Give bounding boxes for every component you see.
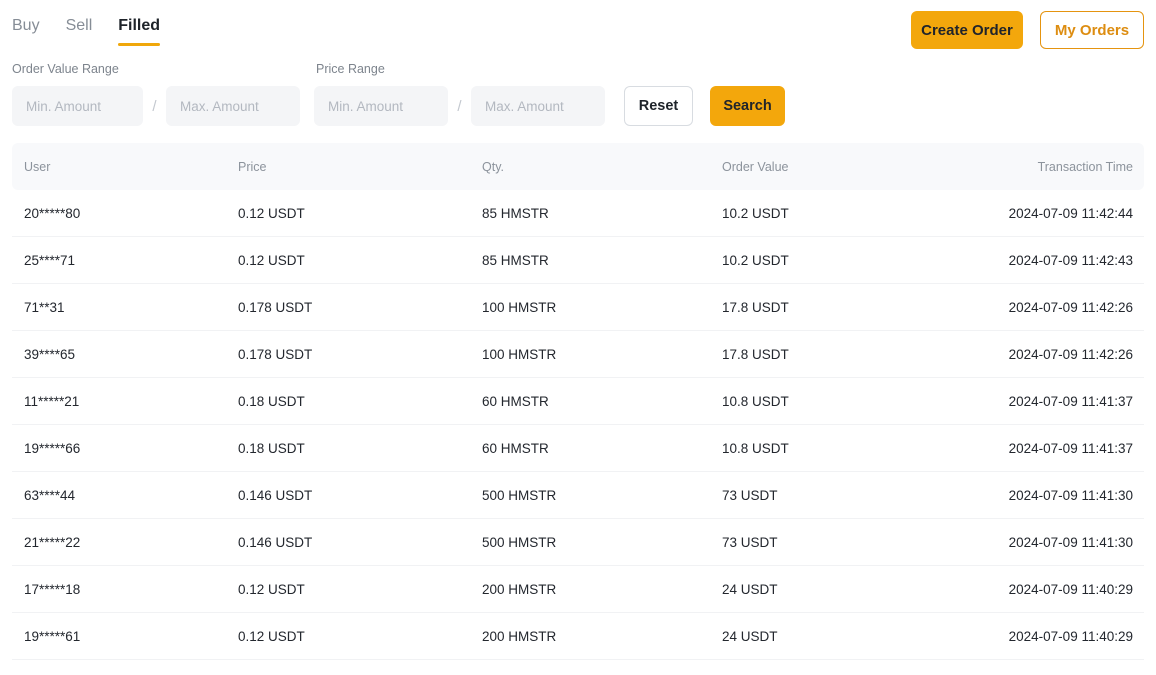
cell-qty: 100 HMSTR: [482, 299, 557, 315]
cell-transaction-time: 2024-07-09 11:42:26: [1008, 346, 1133, 362]
tab-filled[interactable]: Filled: [118, 15, 160, 46]
filter-inputs-row: / / Reset Search: [12, 86, 1144, 126]
price-range-separator: /: [457, 97, 462, 115]
column-header-qty: Qty.: [482, 159, 504, 174]
top-bar: Buy Sell Filled Create Order My Orders: [0, 0, 1156, 58]
cell-transaction-time: 2024-07-09 11:42:43: [1008, 252, 1133, 268]
price-min-input[interactable]: [314, 86, 448, 126]
cell-transaction-time: 2024-07-09 11:41:37: [1008, 393, 1133, 409]
cell-user: 19*****66: [24, 440, 81, 456]
cell-order-value: 17.8 USDT: [722, 299, 789, 315]
column-header-price: Price: [238, 159, 267, 174]
cell-price: 0.146 USDT: [238, 487, 313, 503]
tab-sell[interactable]: Sell: [66, 15, 93, 46]
cell-transaction-time: 2024-07-09 11:40:29: [1008, 628, 1133, 644]
cell-price: 0.12 USDT: [238, 205, 305, 221]
top-bar-actions: Create Order My Orders: [911, 11, 1144, 49]
cell-qty: 60 HMSTR: [482, 393, 549, 409]
cell-price: 0.12 USDT: [238, 252, 305, 268]
order-value-range-label: Order Value Range: [12, 62, 119, 76]
cell-price: 0.178 USDT: [238, 346, 313, 362]
cell-user: 21*****22: [24, 534, 81, 550]
table-row[interactable]: 19*****66 0.18 USDT 60 HMSTR 10.8 USDT 2024-…: [12, 425, 1144, 472]
cell-user: 39****65: [24, 346, 76, 362]
filter-labels: Order Value Range Price Range: [12, 58, 1144, 80]
cell-order-value: 10.2 USDT: [722, 205, 789, 221]
price-max-input[interactable]: [471, 86, 605, 126]
cell-user: 17*****18: [24, 581, 81, 597]
reset-button[interactable]: Reset: [624, 86, 693, 126]
cell-order-value: 73 USDT: [722, 534, 778, 550]
cell-price: 0.18 USDT: [238, 393, 305, 409]
cell-transaction-time: 2024-07-09 11:42:26: [1008, 299, 1133, 315]
cell-order-value: 10.8 USDT: [722, 440, 789, 456]
order-value-min-input[interactable]: [12, 86, 143, 126]
cell-order-value: 73 USDT: [722, 487, 778, 503]
table-row[interactable]: 71**31 0.178 USDT 100 HMSTR 17.8 USDT 2024-0…: [12, 284, 1144, 331]
cell-user: 20*****80: [24, 205, 81, 221]
cell-qty: 500 HMSTR: [482, 534, 557, 550]
cell-transaction-time: 2024-07-09 11:41:37: [1008, 440, 1133, 456]
column-header-time: Transaction Time: [1037, 159, 1133, 174]
cell-qty: 85 HMSTR: [482, 205, 549, 221]
table-row[interactable]: 20*****80 0.12 USDT 85 HMSTR 10.2 USDT 2024-…: [12, 190, 1144, 237]
column-header-user: User: [24, 159, 51, 174]
table-row[interactable]: 19*****61 0.12 USDT 200 HMSTR 24 USDT 2024-0…: [12, 613, 1144, 660]
cell-price: 0.18 USDT: [238, 440, 305, 456]
table-row[interactable]: 17*****18 0.12 USDT 200 HMSTR 24 USDT 2024-0…: [12, 566, 1144, 613]
my-orders-button[interactable]: My Orders: [1040, 11, 1144, 49]
cell-price: 0.146 USDT: [238, 534, 313, 550]
cell-qty: 100 HMSTR: [482, 346, 557, 362]
tab-buy[interactable]: Buy: [12, 15, 40, 46]
cell-order-value: 17.8 USDT: [722, 346, 789, 362]
table-body: 20*****80 0.12 USDT 85 HMSTR 10.2 USDT 2024-…: [12, 190, 1144, 660]
cell-qty: 85 HMSTR: [482, 252, 549, 268]
order-value-max-input[interactable]: [166, 86, 300, 126]
cell-qty: 200 HMSTR: [482, 581, 557, 597]
cell-order-value: 24 USDT: [722, 581, 778, 597]
price-range-label: Price Range: [316, 62, 385, 76]
cell-order-value: 24 USDT: [722, 628, 778, 644]
table-row[interactable]: 25****71 0.12 USDT 85 HMSTR 10.2 USDT 2024-0…: [12, 237, 1144, 284]
table-header-row: User Price Qty. Order Value Transaction …: [12, 143, 1144, 190]
cell-qty: 500 HMSTR: [482, 487, 557, 503]
create-order-button[interactable]: Create Order: [911, 11, 1023, 49]
cell-user: 25****71: [24, 252, 76, 268]
cell-qty: 200 HMSTR: [482, 628, 557, 644]
cell-transaction-time: 2024-07-09 11:41:30: [1008, 534, 1133, 550]
cell-qty: 60 HMSTR: [482, 440, 549, 456]
cell-user: 11*****21: [24, 393, 80, 409]
p2p-filled-orders-page: Buy Sell Filled Create Order My Orders O…: [0, 0, 1156, 675]
cell-order-value: 10.8 USDT: [722, 393, 789, 409]
order-type-tabs: Buy Sell Filled: [12, 7, 160, 51]
table-row[interactable]: 39****65 0.178 USDT 100 HMSTR 17.8 USDT 2024…: [12, 331, 1144, 378]
column-header-value: Order Value: [722, 159, 789, 174]
order-value-range-separator: /: [152, 97, 157, 115]
table-row[interactable]: 21*****22 0.146 USDT 500 HMSTR 73 USDT 2024-…: [12, 519, 1144, 566]
search-button[interactable]: Search: [710, 86, 785, 126]
cell-price: 0.12 USDT: [238, 628, 305, 644]
cell-user: 19*****61: [24, 628, 81, 644]
cell-transaction-time: 2024-07-09 11:41:30: [1008, 487, 1133, 503]
cell-price: 0.12 USDT: [238, 581, 305, 597]
cell-order-value: 10.2 USDT: [722, 252, 789, 268]
filter-bar: Order Value Range Price Range / / Reset …: [0, 58, 1156, 143]
filled-orders-table: User Price Qty. Order Value Transaction …: [0, 143, 1156, 660]
cell-user: 63****44: [24, 487, 76, 503]
cell-transaction-time: 2024-07-09 11:42:44: [1008, 205, 1133, 221]
table-row[interactable]: 11*****21 0.18 USDT 60 HMSTR 10.8 USDT 2024-…: [12, 378, 1144, 425]
cell-transaction-time: 2024-07-09 11:40:29: [1008, 581, 1133, 597]
table-row[interactable]: 63****44 0.146 USDT 500 HMSTR 73 USDT 2024-0…: [12, 472, 1144, 519]
cell-price: 0.178 USDT: [238, 299, 313, 315]
cell-user: 71**31: [24, 299, 65, 315]
